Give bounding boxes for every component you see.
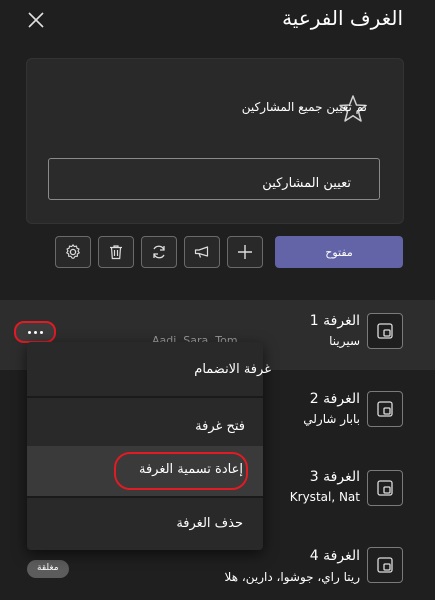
announcement-button[interactable] — [184, 236, 220, 268]
assignment-status-text: تم تعيين جميع المشاركين — [241, 100, 367, 114]
trash-icon — [110, 245, 122, 260]
menu-label-join-room: غرفة الانضمام — [194, 362, 271, 377]
panel-title: الغرف الفرعية — [282, 6, 403, 30]
room-status-label: مغلقة — [37, 563, 59, 573]
highlight-ring — [114, 452, 248, 490]
room-members-3: Krystal, Nat — [289, 490, 360, 504]
room-name-3: الغرفة 3 — [309, 469, 360, 485]
recreate-rooms-button[interactable] — [141, 236, 177, 268]
open-rooms-label: مفتوح — [325, 245, 353, 259]
room-name-1: الغرفة 1 — [309, 313, 360, 329]
breakout-room-icon — [377, 480, 393, 496]
settings-button[interactable] — [55, 236, 91, 268]
assign-participants-label: تعيين المشاركين — [262, 176, 351, 191]
more-dot — [39, 330, 43, 334]
breakout-room-icon — [377, 401, 393, 417]
menu-label-delete-room: حذف الغرفة — [176, 516, 243, 531]
more-options-button[interactable] — [14, 321, 56, 343]
plus-icon — [238, 245, 252, 259]
room-icon-2 — [367, 391, 403, 427]
gear-icon — [66, 244, 80, 259]
add-room-button[interactable] — [227, 236, 263, 268]
delete-rooms-button[interactable] — [98, 236, 134, 268]
more-dot — [27, 330, 31, 334]
breakout-room-icon — [377, 323, 393, 339]
room-name-2: الغرفة 2 — [309, 391, 360, 407]
megaphone-icon — [194, 246, 209, 258]
room-members-1: سيرينا — [329, 334, 360, 348]
more-dot — [33, 330, 37, 334]
room-members-2: بابار شارلي — [303, 412, 360, 426]
room-icon-1 — [367, 313, 403, 349]
room-members-4: ريتا راي، جوشوا، دارين، هلا — [224, 570, 360, 584]
menu-label-open-room: فتح غرفة — [195, 419, 245, 434]
room-icon-4 — [367, 547, 403, 583]
refresh-icon — [153, 245, 165, 259]
close-icon[interactable] — [26, 10, 46, 30]
room-icon-3 — [367, 470, 403, 506]
breakout-room-icon — [377, 557, 393, 573]
room-name-4: الغرفة 4 — [309, 548, 360, 564]
